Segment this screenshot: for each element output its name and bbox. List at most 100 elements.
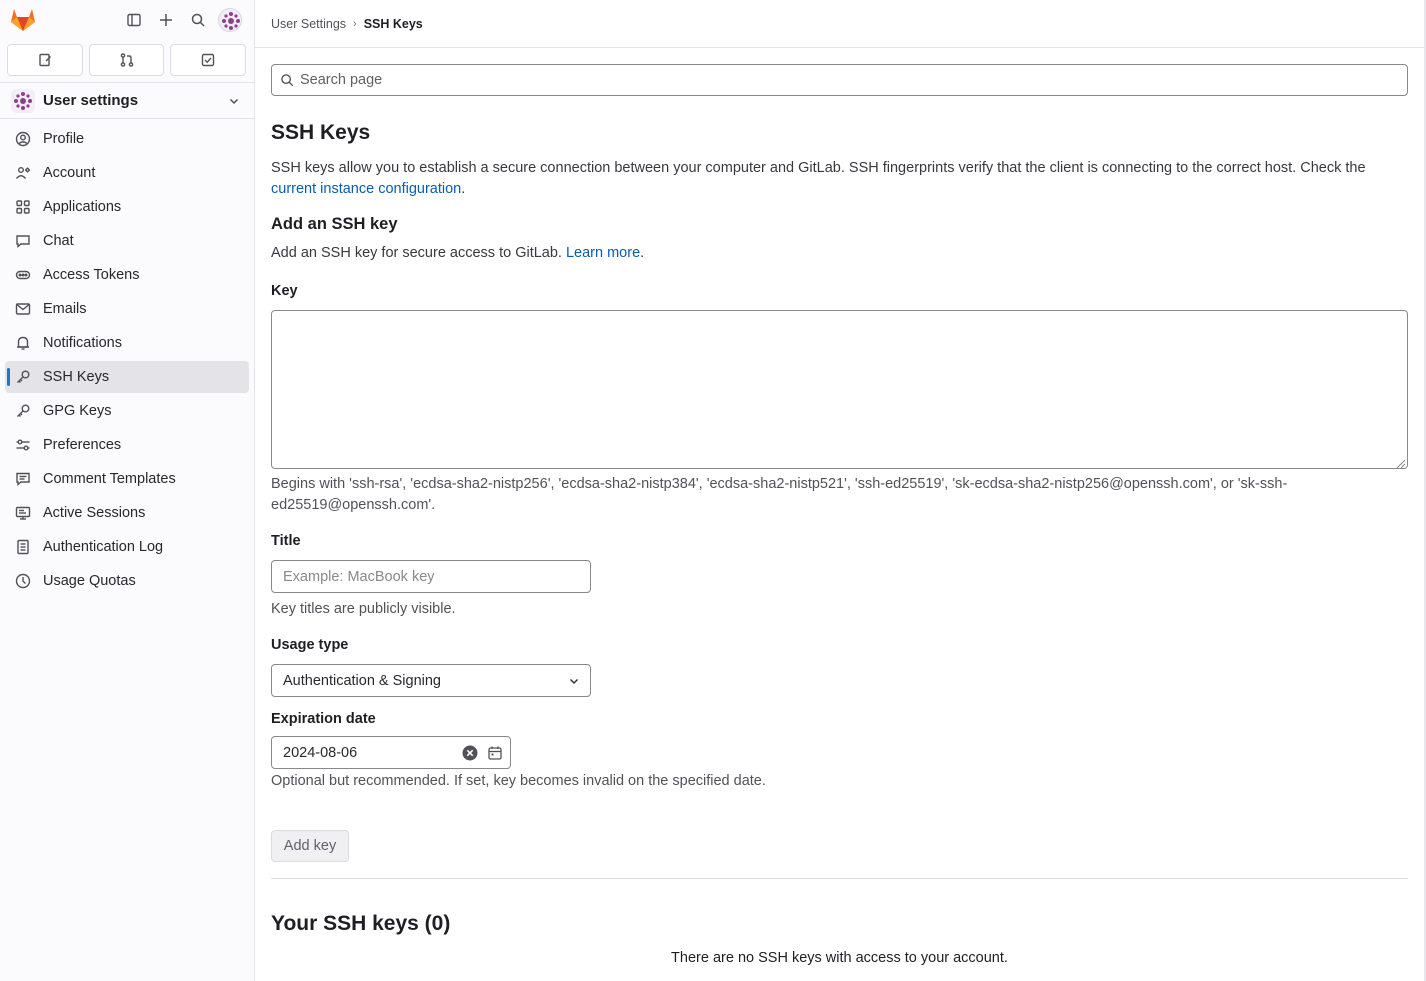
expiration-date-field[interactable]: 2024-08-06 — [271, 736, 511, 769]
sidebar-item-label: Profile — [43, 131, 85, 147]
monitor-icon — [15, 505, 31, 521]
todo-icon — [201, 53, 215, 67]
sidebar-item-label: Preferences — [43, 437, 122, 453]
sidebar-toggle-icon[interactable] — [123, 9, 145, 31]
sidebar-item-comment-templates[interactable]: Comment Templates — [5, 463, 249, 495]
sidebar-item-label: Chat — [43, 233, 74, 249]
search-icon[interactable] — [187, 9, 209, 31]
learn-more-link[interactable]: Learn more — [566, 245, 640, 261]
profile-icon — [15, 131, 31, 147]
title-help-text: Key titles are publicly visible. — [271, 601, 456, 617]
intro-body: SSH keys allow you to establish a secure… — [271, 160, 1366, 176]
add-key-heading: Add an SSH key — [271, 215, 398, 233]
chat-icon — [15, 233, 31, 249]
user-avatar[interactable] — [218, 8, 242, 32]
merge-requests-icon — [120, 53, 133, 67]
applications-icon — [15, 199, 31, 215]
sidebar-item-profile[interactable]: Profile — [5, 123, 249, 155]
sidebar-item-authentication-log[interactable]: Authentication Log — [5, 531, 249, 563]
empty-state-text: There are no SSH keys with access to you… — [671, 950, 1008, 966]
header-divider — [255, 47, 1426, 48]
sidebar-nav: Profile Account Applications Chat Access Tok… — [0, 123, 254, 599]
sidebar-item-ssh-keys[interactable]: SSH Keys — [5, 361, 249, 393]
your-keys-heading: Your SSH keys (0) — [271, 912, 451, 935]
sidebar-item-applications[interactable]: Applications — [5, 191, 249, 223]
merge-requests-button[interactable] — [88, 44, 165, 76]
intro-end: . — [461, 181, 466, 197]
sidebar-item-account[interactable]: Account — [5, 157, 249, 189]
sidebar-item-gpg-keys[interactable]: GPG Keys — [5, 395, 249, 427]
key-help-text: Begins with 'ssh-rsa', 'ecdsa-sha2-nistp… — [271, 476, 1288, 513]
log-icon — [15, 539, 31, 555]
chevron-down-icon — [568, 675, 580, 691]
issues-button[interactable] — [7, 44, 83, 76]
comment-icon — [15, 471, 31, 487]
breadcrumb-separator-icon: › — [353, 18, 357, 30]
search-input[interactable] — [300, 72, 1390, 88]
mail-icon — [15, 301, 31, 317]
key-icon — [15, 403, 31, 419]
add-desc-body: Add an SSH key for secure access to GitL… — [271, 245, 566, 261]
quick-actions — [7, 44, 247, 76]
context-switcher[interactable]: User settings — [0, 82, 254, 119]
expiration-date-value: 2024-08-06 — [283, 744, 358, 761]
intro-text: SSH keys allow you to establish a secure… — [271, 158, 1411, 200]
issues-icon — [39, 53, 51, 67]
usage-type-value: Authentication & Signing — [283, 672, 441, 689]
key-label: Key — [271, 283, 298, 299]
chevron-down-icon — [228, 94, 240, 110]
gitlab-logo-icon[interactable] — [10, 7, 38, 33]
sidebar-item-notifications[interactable]: Notifications — [5, 327, 249, 359]
search-box — [271, 64, 1408, 96]
sidebar-item-label: Access Tokens — [43, 267, 140, 283]
sidebar-item-access-tokens[interactable]: Access Tokens — [5, 259, 249, 291]
account-icon — [15, 165, 31, 181]
key-icon — [15, 369, 31, 385]
sidebar-item-label: Emails — [43, 301, 87, 317]
token-icon — [15, 267, 31, 283]
sidebar-topbar — [0, 0, 255, 40]
breadcrumb-parent[interactable]: User Settings — [271, 17, 346, 31]
breadcrumb-current[interactable]: SSH Keys — [364, 17, 423, 31]
add-key-description: Add an SSH key for secure access to GitL… — [271, 245, 644, 261]
sidebar-item-label: Authentication Log — [43, 539, 164, 555]
title-input[interactable] — [271, 560, 591, 593]
bell-icon — [15, 335, 31, 351]
add-desc-end: . — [640, 245, 645, 261]
quota-icon — [15, 573, 31, 589]
plus-icon[interactable] — [155, 9, 177, 31]
clear-icon[interactable] — [462, 745, 478, 765]
expiration-help-text: Optional but recommended. If set, key be… — [271, 773, 766, 789]
context-title: User settings — [43, 92, 139, 109]
sidebar: User settings Profile Account Applications… — [0, 0, 255, 981]
expiration-label: Expiration date — [271, 711, 376, 727]
sidebar-item-chat[interactable]: Chat — [5, 225, 249, 257]
usage-type-select[interactable]: Authentication & Signing — [271, 664, 591, 697]
usage-type-label: Usage type — [271, 637, 349, 653]
sidebar-item-label: Usage Quotas — [43, 573, 136, 589]
key-textarea[interactable] — [271, 310, 1408, 469]
sidebar-item-label: Applications — [43, 199, 122, 215]
instance-config-link[interactable]: current instance configuration — [271, 181, 461, 197]
sidebar-item-label: Comment Templates — [43, 471, 176, 487]
context-avatar — [11, 88, 35, 113]
main-content: User Settings › SSH Keys SSH Keys SSH ke… — [255, 0, 1426, 981]
sidebar-item-label: GPG Keys — [43, 403, 112, 419]
calendar-icon[interactable] — [487, 745, 503, 765]
resize-grip-icon[interactable] — [1396, 456, 1406, 472]
sidebar-item-preferences[interactable]: Preferences — [5, 429, 249, 461]
sidebar-item-active-sessions[interactable]: Active Sessions — [5, 497, 249, 529]
sidebar-item-label: SSH Keys — [43, 369, 110, 385]
todo-button[interactable] — [170, 44, 247, 76]
sidebar-item-usage-quotas[interactable]: Usage Quotas — [5, 565, 249, 597]
search-icon — [281, 74, 294, 87]
sidebar-item-label: Active Sessions — [43, 505, 146, 521]
add-key-button[interactable]: Add key — [271, 830, 349, 862]
sidebar-item-label: Account — [43, 165, 96, 181]
sidebar-item-label: Notifications — [43, 335, 122, 351]
title-label: Title — [271, 533, 301, 549]
sidebar-item-emails[interactable]: Emails — [5, 293, 249, 325]
preferences-icon — [15, 437, 31, 453]
section-divider — [271, 878, 1408, 879]
breadcrumb: User Settings › SSH Keys — [271, 17, 423, 31]
